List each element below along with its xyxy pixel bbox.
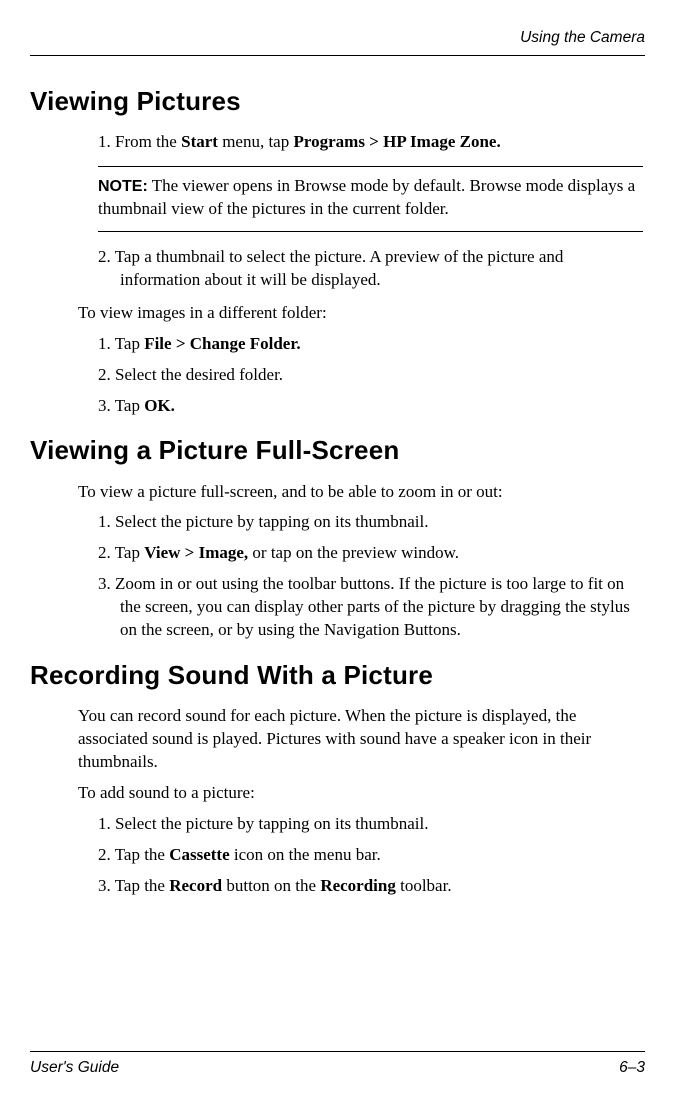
bold-text: Programs > HP Image Zone. — [293, 132, 500, 151]
heading-viewing-pictures: Viewing Pictures — [30, 84, 645, 119]
section-fullscreen: To view a picture full-screen, and to be… — [98, 481, 643, 643]
steps-list-5: 1. Select the picture by tapping on its … — [98, 813, 643, 898]
bold-text: Start — [181, 132, 218, 151]
step-text: icon on the menu bar. — [230, 845, 381, 864]
step-number: 1. — [98, 132, 115, 151]
steps-list-3: 1. Tap File > Change Folder. 2. Select t… — [98, 333, 643, 418]
step-text: menu, tap — [218, 132, 294, 151]
step-text: Select the picture by tapping on its thu… — [115, 512, 429, 531]
step-item: 3. Tap OK. — [98, 395, 643, 418]
step-text: Tap a thumbnail to select the picture. A… — [115, 247, 564, 289]
step-number: 1. — [98, 814, 115, 833]
step-item: 1. Select the picture by tapping on its … — [98, 511, 643, 534]
note-box: NOTE: The viewer opens in Browse mode by… — [98, 166, 643, 232]
running-header: Using the Camera — [30, 28, 645, 56]
step-text: From the — [115, 132, 181, 151]
steps-list-1: 1. From the Start menu, tap Programs > H… — [98, 131, 643, 154]
step-item: 1. Select the picture by tapping on its … — [98, 813, 643, 836]
step-number: 1. — [98, 512, 115, 531]
section-viewing-pictures: 1. From the Start menu, tap Programs > H… — [98, 131, 643, 417]
heading-fullscreen: Viewing a Picture Full-Screen — [30, 433, 645, 468]
paragraph: To view a picture full-screen, and to be… — [78, 481, 643, 504]
step-text: Select the picture by tapping on its thu… — [115, 814, 429, 833]
bold-text: Recording — [320, 876, 396, 895]
bold-text: View > Image, — [144, 543, 248, 562]
footer-right: 6–3 — [619, 1058, 645, 1079]
section-recording: You can record sound for each picture. W… — [98, 705, 643, 898]
steps-list-2: 2. Tap a thumbnail to select the picture… — [98, 246, 643, 292]
step-item: 1. Tap File > Change Folder. — [98, 333, 643, 356]
paragraph: You can record sound for each picture. W… — [78, 705, 643, 774]
step-text: or tap on the preview window. — [248, 543, 459, 562]
note-label: NOTE: — [98, 178, 148, 195]
step-text: Select the desired folder. — [115, 365, 283, 384]
step-number: 2. — [98, 365, 115, 384]
bold-text: OK. — [144, 396, 175, 415]
footer: User's Guide 6–3 — [30, 1051, 645, 1079]
step-number: 3. — [98, 574, 115, 593]
step-item: 2. Select the desired folder. — [98, 364, 643, 387]
step-number: 2. — [98, 247, 115, 266]
bold-text: Cassette — [169, 845, 229, 864]
page: Using the Camera Viewing Pictures 1. Fro… — [0, 0, 675, 1113]
step-item: 1. From the Start menu, tap Programs > H… — [98, 131, 643, 154]
step-text: Tap the — [115, 845, 170, 864]
step-number: 1. — [98, 334, 115, 353]
bold-text: File > Change Folder. — [144, 334, 300, 353]
footer-left: User's Guide — [30, 1058, 119, 1079]
step-number: 2. — [98, 845, 115, 864]
step-text: Zoom in or out using the toolbar buttons… — [115, 574, 630, 639]
step-item: 2. Tap the Cassette icon on the menu bar… — [98, 844, 643, 867]
paragraph: To add sound to a picture: — [78, 782, 643, 805]
step-number: 2. — [98, 543, 115, 562]
step-number: 3. — [98, 876, 115, 895]
step-item: 2. Tap View > Image, or tap on the previ… — [98, 542, 643, 565]
step-text: Tap — [115, 334, 145, 353]
step-item: 3. Tap the Record button on the Recordin… — [98, 875, 643, 898]
step-text: toolbar. — [396, 876, 452, 895]
step-item: 2. Tap a thumbnail to select the picture… — [98, 246, 643, 292]
step-text: Tap — [115, 396, 145, 415]
step-text: button on the — [222, 876, 320, 895]
heading-recording: Recording Sound With a Picture — [30, 658, 645, 693]
step-text: Tap the — [115, 876, 170, 895]
content: Viewing Pictures 1. From the Start menu,… — [30, 84, 645, 1051]
note-body: The viewer opens in Browse mode by defau… — [98, 176, 635, 218]
step-item: 3. Zoom in or out using the toolbar butt… — [98, 573, 643, 642]
step-number: 3. — [98, 396, 115, 415]
paragraph: To view images in a different folder: — [78, 302, 643, 325]
step-text: Tap — [115, 543, 145, 562]
steps-list-4: 1. Select the picture by tapping on its … — [98, 511, 643, 642]
bold-text: Record — [169, 876, 222, 895]
